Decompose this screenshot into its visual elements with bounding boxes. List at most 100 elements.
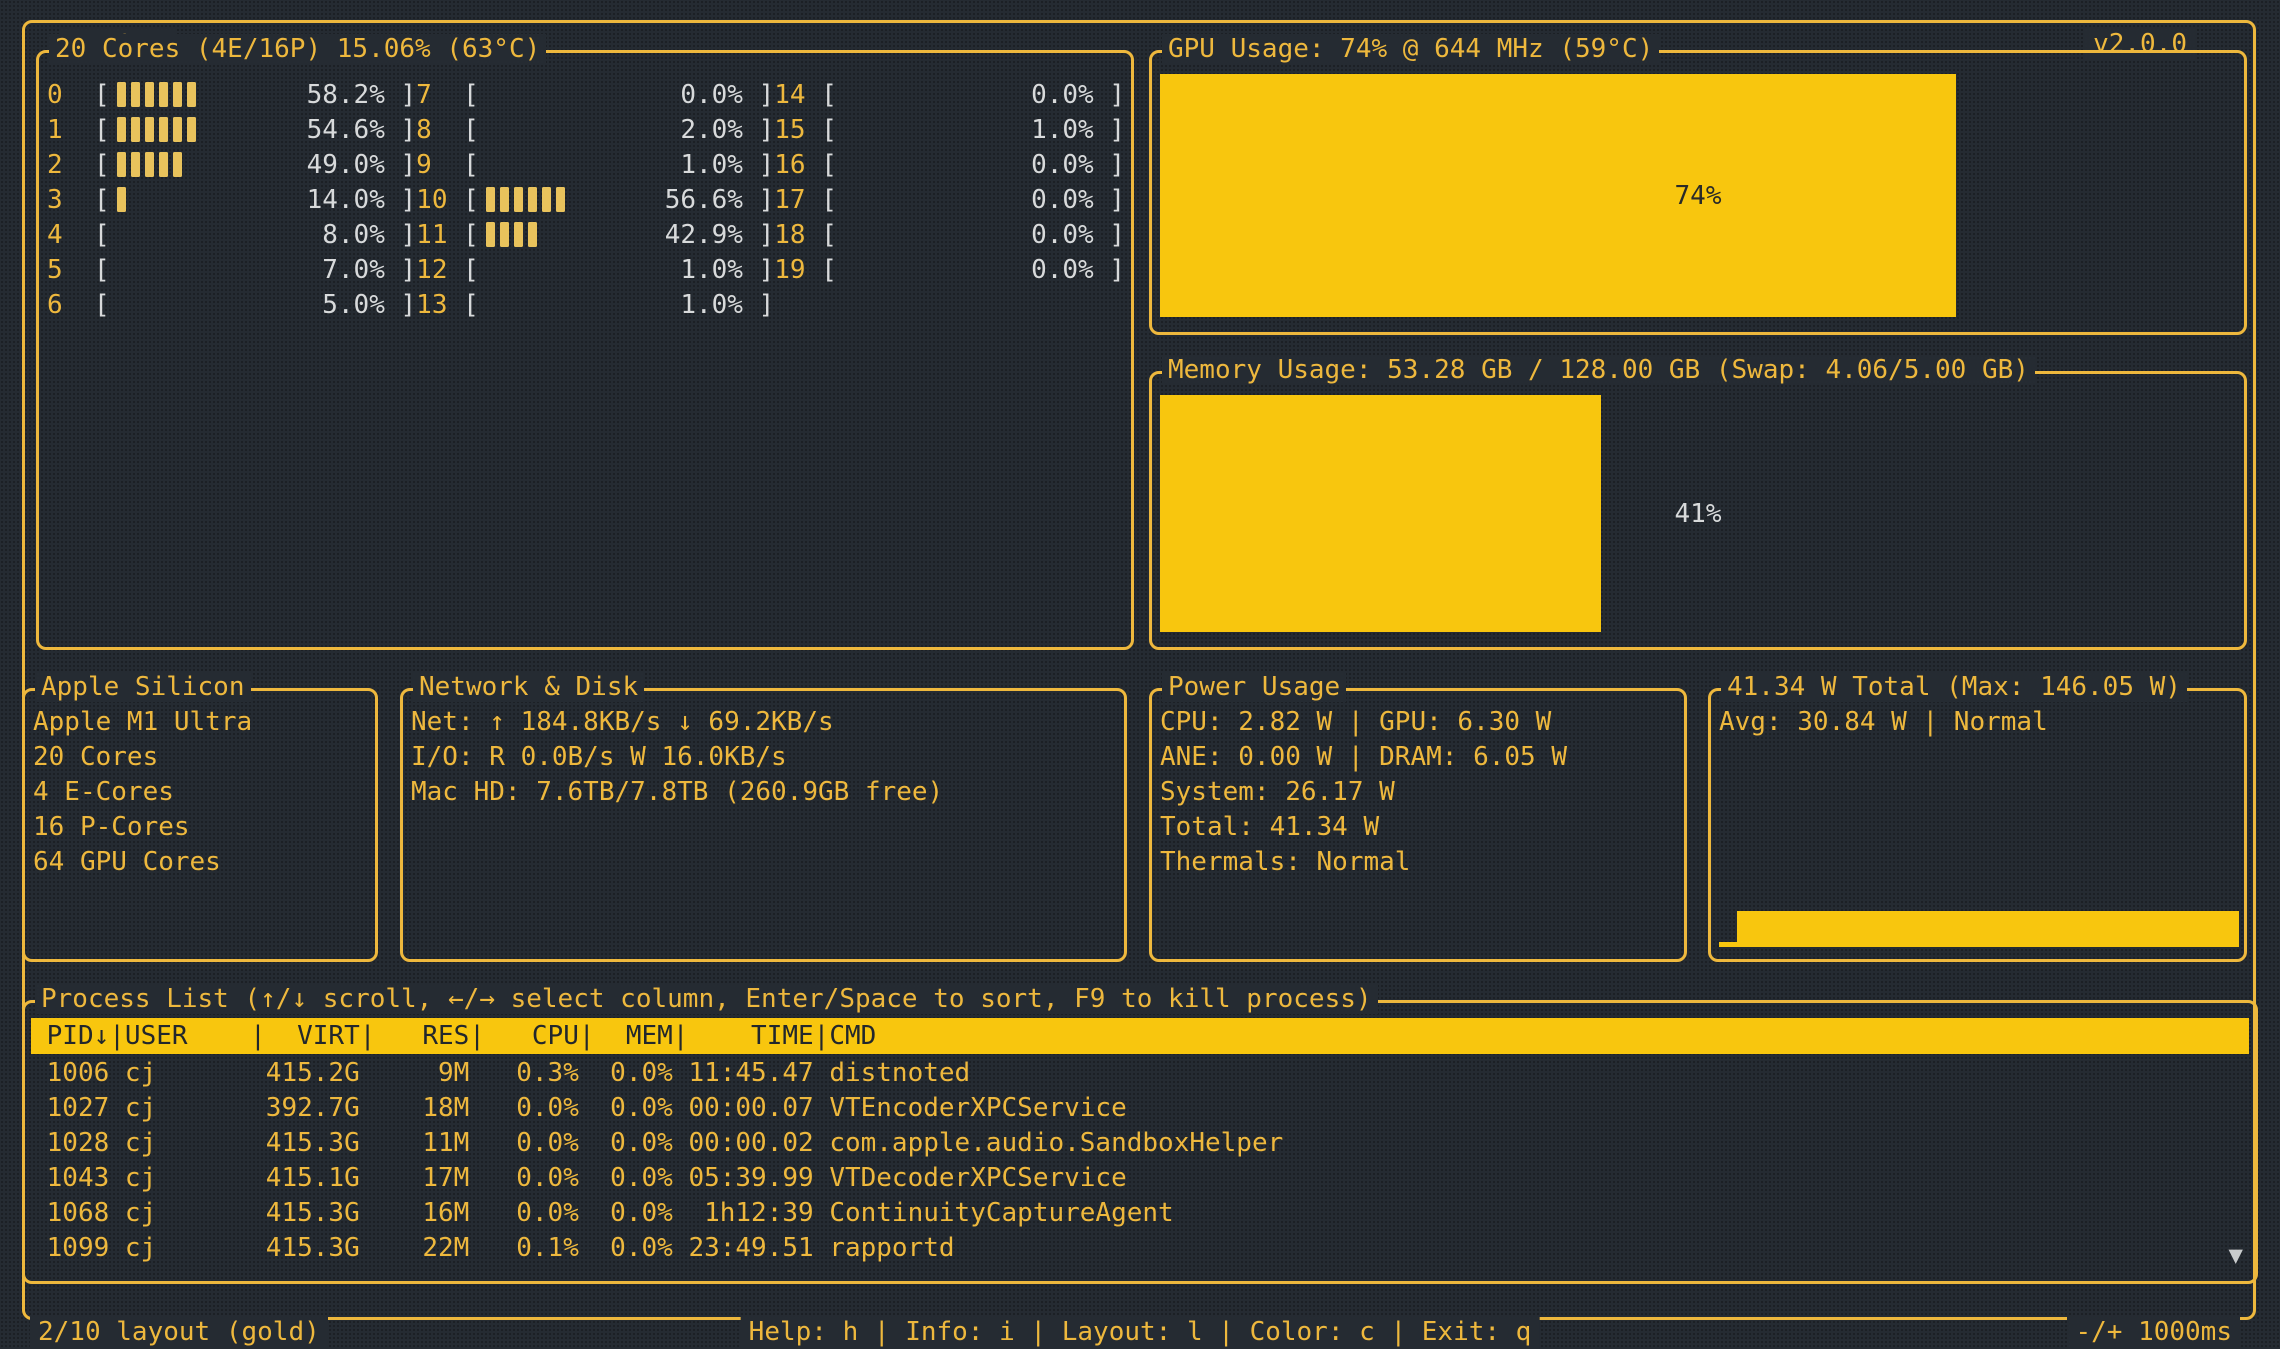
network-disk-info: Net: ↑ 184.8KB/s ↓ 69.2KB/sI/O: R 0.0B/s… bbox=[403, 691, 1124, 810]
core-id: 17 bbox=[774, 185, 821, 215]
core-usage-row: 12[1.0%] bbox=[416, 252, 774, 287]
usage-pip bbox=[173, 117, 182, 142]
process-row[interactable]: 1027 cj 392.7G 18M 0.0% 0.0% 00:00.07 VT… bbox=[31, 1091, 2249, 1126]
usage-pip bbox=[500, 222, 509, 247]
network-disk-panel: Network & Disk Net: ↑ 184.8KB/s ↓ 69.2KB… bbox=[400, 688, 1127, 962]
apple-silicon-info: Apple M1 Ultra20 Cores4 E-Cores16 P-Core… bbox=[25, 691, 375, 880]
usage-pip bbox=[514, 187, 523, 212]
usage-pip bbox=[145, 82, 154, 107]
usage-pip bbox=[173, 152, 182, 177]
core-usage-bar bbox=[110, 117, 307, 142]
process-row[interactable]: 1099 cj 415.3G 22M 0.1% 0.0% 23:49.51 ra… bbox=[31, 1231, 2249, 1266]
process-row[interactable]: 1006 cj 415.2G 9M 0.3% 0.0% 11:45.47 dis… bbox=[31, 1056, 2249, 1091]
core-id: 0 bbox=[47, 80, 94, 110]
core-usage-bar bbox=[110, 82, 307, 107]
gauge-open-bracket: [ bbox=[463, 115, 479, 145]
gauge-close-bracket: ] bbox=[401, 150, 417, 180]
power-usage-info: CPU: 2.82 W | GPU: 6.30 WANE: 0.00 W | D… bbox=[1152, 691, 1684, 880]
scroll-down-icon[interactable]: ▼ bbox=[2229, 1241, 2243, 1269]
cpu-core-column: 0[58.2%]1[54.6%]2[49.0%]3[14.0%]4[8.0%]5… bbox=[47, 77, 416, 322]
core-usage-bar bbox=[479, 187, 665, 212]
usage-pip bbox=[173, 82, 182, 107]
core-usage-percent: 0.0% bbox=[1031, 185, 1094, 215]
gauge-close-bracket: ] bbox=[759, 290, 775, 320]
info-line: CPU: 2.82 W | GPU: 6.30 W bbox=[1160, 705, 1676, 740]
core-id: 19 bbox=[774, 255, 821, 285]
core-usage-percent: 1.0% bbox=[1031, 115, 1094, 145]
power-usage-panel: Power Usage CPU: 2.82 W | GPU: 6.30 WANE… bbox=[1149, 688, 1687, 962]
usage-pip bbox=[159, 117, 168, 142]
core-usage-row: 8[2.0%] bbox=[416, 112, 774, 147]
gauge-close-bracket: ] bbox=[1109, 150, 1125, 180]
core-usage-percent: 54.6% bbox=[307, 115, 385, 145]
process-table-rows: 1006 cj 415.2G 9M 0.3% 0.0% 11:45.47 dis… bbox=[25, 1054, 2255, 1266]
usage-pip bbox=[486, 187, 495, 212]
usage-pip bbox=[556, 187, 565, 212]
gauge-close-bracket: ] bbox=[1109, 115, 1125, 145]
core-usage-percent: 1.0% bbox=[680, 255, 743, 285]
usage-pip bbox=[117, 152, 126, 177]
info-line: I/O: R 0.0B/s W 16.0KB/s bbox=[411, 740, 1116, 775]
gauge-close-bracket: ] bbox=[401, 290, 417, 320]
core-id: 12 bbox=[416, 255, 463, 285]
core-usage-percent: 0.0% bbox=[680, 80, 743, 110]
cpu-core-column: 7[0.0%]8[2.0%]9[1.0%]10[56.6%]11[42.9%]1… bbox=[416, 77, 774, 322]
info-line: Apple M1 Ultra bbox=[33, 705, 367, 740]
usage-pip bbox=[514, 222, 523, 247]
gauge-open-bracket: [ bbox=[94, 115, 110, 145]
core-usage-percent: 2.0% bbox=[680, 115, 743, 145]
process-table-header[interactable]: PID↓|USER | VIRT| RES| CPU| MEM| TIME|CM… bbox=[31, 1018, 2249, 1054]
core-usage-percent: 0.0% bbox=[1031, 255, 1094, 285]
info-line: 20 Cores bbox=[33, 740, 367, 775]
gauge-open-bracket: [ bbox=[821, 185, 837, 215]
gpu-panel-title: GPU Usage: 74% @ 644 MHz (59°C) bbox=[1162, 34, 1659, 64]
usage-pip bbox=[131, 117, 140, 142]
gauge-open-bracket: [ bbox=[463, 80, 479, 110]
core-usage-percent: 58.2% bbox=[307, 80, 385, 110]
gauge-close-bracket: ] bbox=[401, 185, 417, 215]
gauge-open-bracket: [ bbox=[94, 80, 110, 110]
gauge-close-bracket: ] bbox=[759, 80, 775, 110]
usage-pip bbox=[500, 187, 509, 212]
core-usage-percent: 56.6% bbox=[665, 185, 743, 215]
core-usage-row: 3[14.0%] bbox=[47, 182, 416, 217]
core-usage-row: 5[7.0%] bbox=[47, 252, 416, 287]
core-usage-row: 11[42.9%] bbox=[416, 217, 774, 252]
core-id: 1 bbox=[47, 115, 94, 145]
core-id: 4 bbox=[47, 220, 94, 250]
core-id: 9 bbox=[416, 150, 463, 180]
process-row[interactable]: 1068 cj 415.3G 16M 0.0% 0.0% 1h12:39 Con… bbox=[31, 1196, 2249, 1231]
usage-pip bbox=[131, 82, 140, 107]
info-line: Total: 41.34 W bbox=[1160, 810, 1676, 845]
gauge-open-bracket: [ bbox=[821, 115, 837, 145]
usage-pip bbox=[145, 152, 154, 177]
core-id: 18 bbox=[774, 220, 821, 250]
power-history-panel: 41.34 W Total (Max: 146.05 W) Avg: 30.84… bbox=[1708, 688, 2247, 962]
core-usage-percent: 42.9% bbox=[665, 220, 743, 250]
gauge-open-bracket: [ bbox=[821, 255, 837, 285]
process-row[interactable]: 1043 cj 415.1G 17M 0.0% 0.0% 05:39.99 VT… bbox=[31, 1161, 2249, 1196]
core-usage-bar bbox=[479, 222, 665, 247]
core-usage-percent: 14.0% bbox=[307, 185, 385, 215]
core-id: 5 bbox=[47, 255, 94, 285]
process-list-panel: Process List (↑/↓ scroll, ←/→ select col… bbox=[22, 1000, 2258, 1284]
process-row[interactable]: 1028 cj 415.3G 11M 0.0% 0.0% 00:00.02 co… bbox=[31, 1126, 2249, 1161]
core-usage-percent: 49.0% bbox=[307, 150, 385, 180]
usage-pip bbox=[187, 82, 196, 107]
usage-pip bbox=[187, 117, 196, 142]
core-id: 14 bbox=[774, 80, 821, 110]
power-usage-title: Power Usage bbox=[1162, 672, 1346, 702]
cpu-core-column: 14[0.0%]15[1.0%]16[0.0%]17[0.0%]18[0.0%]… bbox=[774, 77, 1125, 322]
usage-pip bbox=[159, 152, 168, 177]
core-usage-row: 1[54.6%] bbox=[47, 112, 416, 147]
gauge-close-bracket: ] bbox=[401, 220, 417, 250]
info-line: 64 GPU Cores bbox=[33, 845, 367, 880]
gauge-close-bracket: ] bbox=[1109, 80, 1125, 110]
core-usage-row: 6[5.0%] bbox=[47, 287, 416, 322]
core-usage-percent: 1.0% bbox=[680, 150, 743, 180]
gauge-open-bracket: [ bbox=[821, 220, 837, 250]
info-line: 16 P-Cores bbox=[33, 810, 367, 845]
core-id: 11 bbox=[416, 220, 463, 250]
cpu-cores-panel: 20 Cores (4E/16P) 15.06% (63°C) 0[58.2%]… bbox=[36, 50, 1134, 650]
gauge-close-bracket: ] bbox=[401, 80, 417, 110]
